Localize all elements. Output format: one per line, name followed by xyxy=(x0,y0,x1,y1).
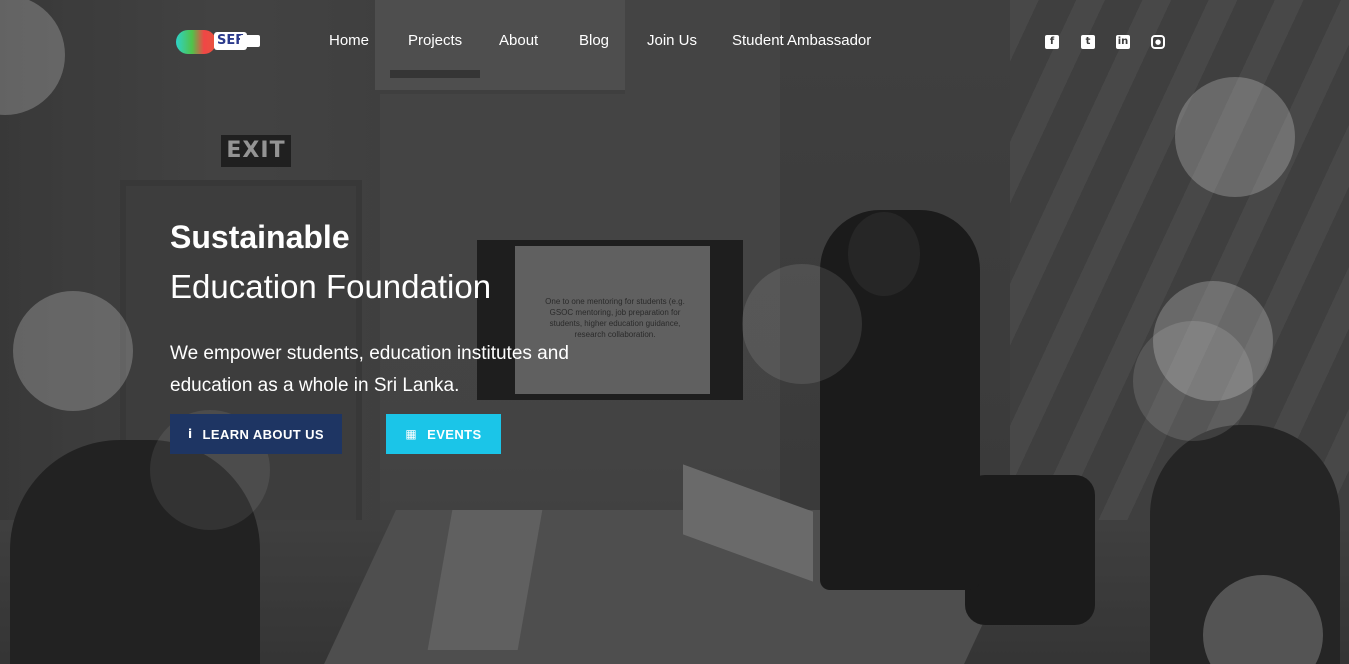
hero-title-line2: Education Foundation xyxy=(170,268,492,305)
learn-about-us-button[interactable]: i LEARN ABOUT US xyxy=(170,414,342,454)
nav-item-join-us[interactable]: Join Us xyxy=(647,32,697,49)
hero-section: EXIT One to one mentoring for students (… xyxy=(0,0,1349,664)
calendar-icon: ▦ xyxy=(405,427,418,441)
info-icon: i xyxy=(188,427,193,441)
learn-about-us-label: LEARN ABOUT US xyxy=(202,426,324,442)
facebook-icon[interactable]: f xyxy=(1045,35,1059,49)
navbar: SEF Home Projects About Blog Join Us Stu… xyxy=(0,0,1349,84)
events-label: EVENTS xyxy=(427,426,482,442)
nav-item-home[interactable]: Home xyxy=(329,32,369,49)
bg-dark-overlay xyxy=(0,0,1349,664)
events-button[interactable]: ▦ EVENTS xyxy=(386,414,501,454)
nav-menu: Home Projects About Blog Join Us Student… xyxy=(0,32,1349,52)
instagram-icon[interactable]: ● xyxy=(1151,35,1165,49)
linkedin-icon[interactable]: in xyxy=(1116,35,1130,49)
hero-title-line1: Sustainable xyxy=(170,219,350,255)
nav-item-about[interactable]: About xyxy=(499,32,538,49)
hero-tagline: We empower students, education institute… xyxy=(170,343,569,396)
nav-item-blog[interactable]: Blog xyxy=(579,32,609,49)
decor-bubble xyxy=(742,264,862,384)
nav-item-projects[interactable]: Projects xyxy=(408,32,462,49)
hero-background-photo: EXIT One to one mentoring for students (… xyxy=(0,0,1349,664)
nav-item-student-ambassador[interactable]: Student Ambassador xyxy=(732,32,871,49)
twitter-icon[interactable]: t xyxy=(1081,35,1095,49)
decor-bubble xyxy=(1133,321,1253,441)
decor-bubble xyxy=(1175,77,1295,197)
decor-bubble xyxy=(13,291,133,411)
